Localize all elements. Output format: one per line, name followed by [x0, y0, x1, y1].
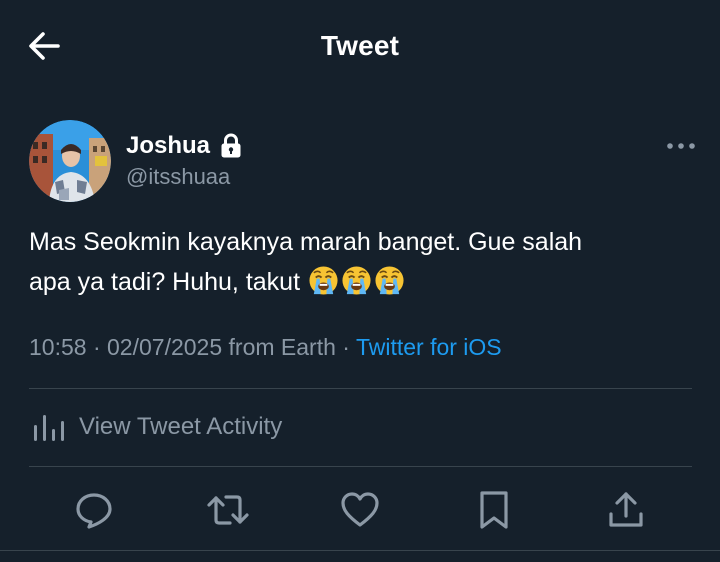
- tweet-text-line: apa ya tadi? Huhu, takut: [29, 262, 669, 302]
- bookmark-button[interactable]: [474, 490, 514, 530]
- meta-separator: ·: [342, 334, 350, 360]
- view-tweet-activity-label: View Tweet Activity: [79, 413, 283, 440]
- author-handle[interactable]: @itsshuaa: [126, 164, 230, 190]
- loudly-crying-face-icon: [375, 266, 404, 295]
- more-horizontal-icon: [667, 143, 695, 149]
- view-tweet-activity-button[interactable]: View Tweet Activity: [29, 398, 692, 456]
- reply-icon: [76, 493, 112, 529]
- top-bar: Tweet: [0, 0, 720, 92]
- loudly-crying-face-icon: [309, 266, 338, 295]
- page-title: Tweet: [320, 30, 400, 61]
- tweet-text-segment: apa ya tadi? Huhu, takut: [29, 268, 301, 296]
- emoji-group: [308, 265, 407, 296]
- share-icon: [609, 492, 643, 527]
- retweet-icon: [207, 495, 249, 525]
- more-options-button[interactable]: [664, 136, 698, 156]
- tweet-date: 02/07/2025: [107, 334, 223, 360]
- meta-separator: ·: [92, 334, 101, 360]
- heart-icon: [341, 492, 379, 527]
- tweet-meta: 10:58 · 02/07/2025 from Earth · Twitter …: [29, 334, 502, 361]
- tweet-location: from Earth: [228, 334, 336, 360]
- lock-icon: [221, 133, 241, 158]
- tweet-source-link[interactable]: Twitter for iOS: [356, 334, 502, 360]
- author-name-row: Joshua: [126, 130, 242, 162]
- retweet-button[interactable]: [206, 490, 249, 530]
- author-display-name[interactable]: Joshua: [126, 132, 210, 160]
- avatar[interactable]: [29, 120, 111, 202]
- avatar-photo: [29, 120, 111, 202]
- tweet-time: 10:58: [29, 334, 87, 360]
- share-button[interactable]: [606, 490, 646, 530]
- divider: [29, 388, 692, 389]
- tweet-text-line: Mas Seokmin kayaknya marah banget. Gue s…: [29, 228, 583, 256]
- like-button[interactable]: [340, 490, 380, 530]
- tweet-detail-screen: Tweet Joshua @itsshuaa Mas Seokmin kayak…: [0, 0, 720, 562]
- loudly-crying-face-icon: [342, 266, 371, 295]
- tweet-text: Mas Seokmin kayaknya marah banget. Gue s…: [29, 222, 669, 302]
- bar-chart-icon: [34, 415, 64, 441]
- divider: [29, 466, 692, 467]
- reply-button[interactable]: [74, 490, 114, 530]
- divider: [0, 550, 720, 551]
- bookmark-icon: [480, 491, 508, 529]
